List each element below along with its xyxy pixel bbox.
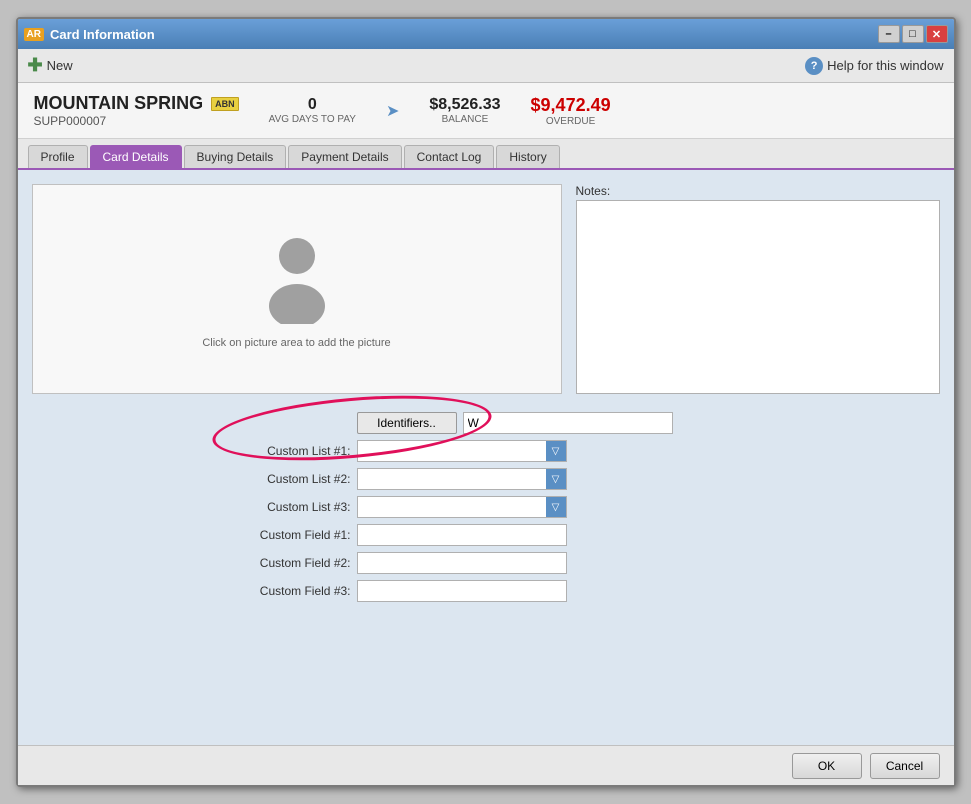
overdue-label: OVERDUE <box>546 116 595 127</box>
cancel-button[interactable]: Cancel <box>870 753 940 779</box>
maximize-button[interactable]: □ <box>902 25 924 43</box>
custom-field-3-row: Custom Field #3: <box>236 580 736 602</box>
avg-days-stat: 0 AVG DAYS TO PAY <box>269 96 356 125</box>
card-name: MOUNTAIN SPRING ABN <box>34 93 239 114</box>
tab-card-details[interactable]: Card Details <box>90 145 182 168</box>
tab-history[interactable]: History <box>496 145 559 168</box>
identifiers-row: Identifiers.. <box>236 412 736 434</box>
notes-area: Notes: <box>576 184 940 394</box>
avg-days-label: AVG DAYS TO PAY <box>269 114 356 125</box>
custom-field-2-label: Custom Field #2: <box>236 556 351 570</box>
help-icon: ? <box>805 57 823 75</box>
custom-list-3-dropdown[interactable]: ▽ <box>357 496 567 518</box>
ok-button[interactable]: OK <box>792 753 862 779</box>
title-bar-buttons: – □ ✕ <box>878 25 948 43</box>
custom-list-1-arrow[interactable]: ▽ <box>546 441 566 461</box>
title-bar: AR Card Information – □ ✕ <box>18 19 954 49</box>
close-button[interactable]: ✕ <box>926 25 948 43</box>
new-label: New <box>47 58 73 73</box>
content-top: Click on picture area to add the picture… <box>32 184 940 394</box>
notes-label: Notes: <box>576 184 940 198</box>
content-area: Click on picture area to add the picture… <box>18 170 954 745</box>
abn-badge: ABN <box>211 97 239 111</box>
tab-profile[interactable]: Profile <box>28 145 88 168</box>
avg-days-value: 0 <box>308 96 317 114</box>
tab-contact-log[interactable]: Contact Log <box>404 145 495 168</box>
title-bar-left: AR Card Information <box>24 27 155 42</box>
custom-field-2-input[interactable] <box>357 552 567 574</box>
card-header: MOUNTAIN SPRING ABN SUPP000007 0 AVG DAY… <box>18 83 954 139</box>
help-button[interactable]: ? Help for this window <box>805 57 943 75</box>
window-title: Card Information <box>50 27 155 42</box>
balance-value: $8,526.33 <box>429 96 500 114</box>
identifiers-input[interactable] <box>463 412 673 434</box>
person-photo <box>257 229 337 329</box>
custom-list-2-row: Custom List #2: ▽ <box>236 468 736 490</box>
custom-list-3-label: Custom List #3: <box>236 500 351 514</box>
custom-field-1-row: Custom Field #1: <box>236 524 736 546</box>
custom-list-3-row: Custom List #3: ▽ <box>236 496 736 518</box>
arrow-icon: ➤ <box>386 101 399 121</box>
toolbar: ✚ New ? Help for this window <box>18 49 954 83</box>
tab-bar: Profile Card Details Buying Details Paym… <box>18 139 954 170</box>
custom-list-1-label: Custom List #1: <box>236 444 351 458</box>
custom-field-1-label: Custom Field #1: <box>236 528 351 542</box>
custom-list-2-dropdown[interactable]: ▽ <box>357 468 567 490</box>
new-button[interactable]: ✚ New <box>28 55 73 76</box>
balance-stat: $8,526.33 BALANCE <box>429 96 500 125</box>
company-name: MOUNTAIN SPRING <box>34 93 204 114</box>
custom-list-2-arrow[interactable]: ▽ <box>546 469 566 489</box>
photo-area[interactable]: Click on picture area to add the picture <box>32 184 562 394</box>
bottom-bar: OK Cancel <box>18 745 954 785</box>
custom-field-3-input[interactable] <box>357 580 567 602</box>
custom-list-1-row: Custom List #1: ▽ <box>236 440 736 462</box>
help-label: Help for this window <box>827 58 943 73</box>
overdue-stat: $9,472.49 OVERDUE <box>531 95 611 127</box>
card-id: SUPP000007 <box>34 114 239 128</box>
custom-list-3-arrow[interactable]: ▽ <box>546 497 566 517</box>
custom-list-1-dropdown[interactable]: ▽ <box>357 440 567 462</box>
app-icon: AR <box>24 28 44 41</box>
minimize-button[interactable]: – <box>878 25 900 43</box>
custom-list-2-label: Custom List #2: <box>236 472 351 486</box>
card-name-block: MOUNTAIN SPRING ABN SUPP000007 <box>34 93 239 128</box>
toolbar-left: ✚ New <box>28 55 73 76</box>
notes-box[interactable] <box>576 200 940 394</box>
custom-field-3-label: Custom Field #3: <box>236 584 351 598</box>
main-window: AR Card Information – □ ✕ ✚ New ? Help f… <box>16 17 956 787</box>
overdue-value: $9,472.49 <box>531 95 611 116</box>
custom-field-2-row: Custom Field #2: <box>236 552 736 574</box>
custom-field-1-input[interactable] <box>357 524 567 546</box>
tab-payment-details[interactable]: Payment Details <box>288 145 401 168</box>
new-icon: ✚ <box>28 55 43 76</box>
form-section: Identifiers.. Custom List #1: ▽ Custom L… <box>32 412 940 602</box>
tab-buying-details[interactable]: Buying Details <box>184 145 287 168</box>
identifiers-button[interactable]: Identifiers.. <box>357 412 457 434</box>
balance-label: BALANCE <box>442 114 489 125</box>
photo-caption: Click on picture area to add the picture <box>202 337 390 349</box>
